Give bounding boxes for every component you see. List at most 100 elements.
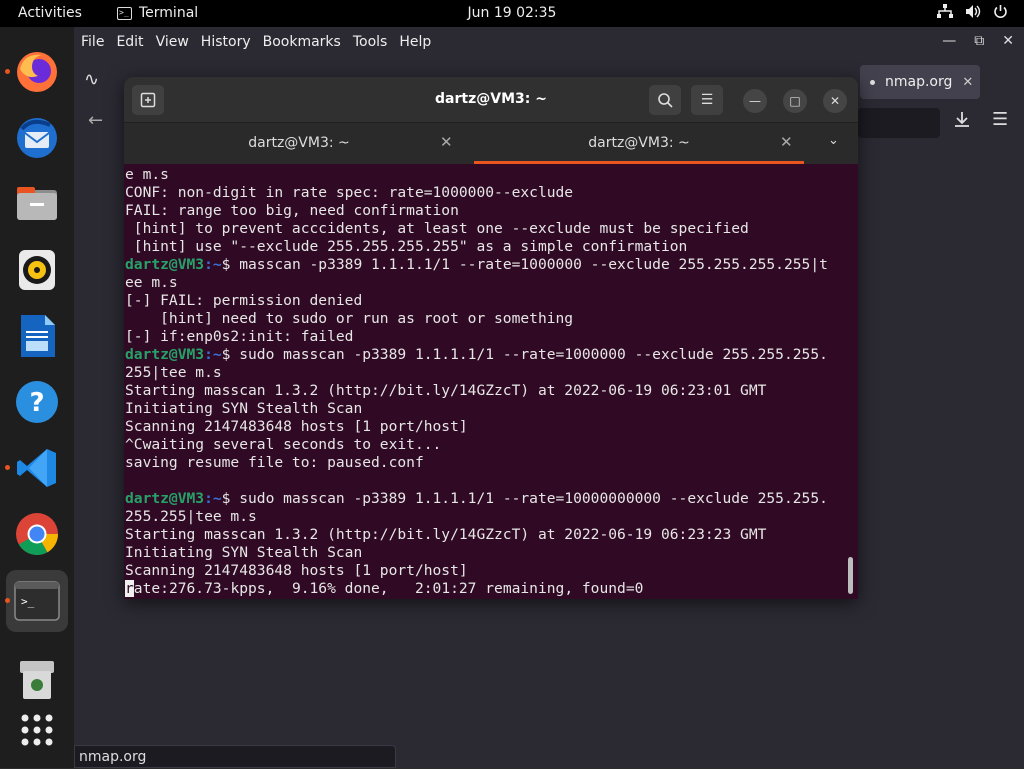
dock-files[interactable] xyxy=(11,178,63,230)
terminal-line: Scanning 2147483648 hosts [1 port/host] xyxy=(125,418,858,436)
help-icon: ? xyxy=(16,381,58,423)
system-tray[interactable] xyxy=(937,4,1008,23)
line-text: Initiating SYN Stealth Scan xyxy=(125,400,363,417)
terminal-line: Initiating SYN Stealth Scan xyxy=(125,544,858,562)
prompt-user: dartz@VM3 xyxy=(125,256,205,273)
line-text: 255|tee m.s xyxy=(125,364,222,381)
dock-writer[interactable] xyxy=(11,310,63,362)
line-text: Initiating SYN Stealth Scan xyxy=(125,544,363,561)
terminal-line: Starting masscan 1.3.2 (http://bit.ly/14… xyxy=(125,526,858,544)
terminal-tab-strip: dartz@VM3: ~ ✕ dartz@VM3: ~ ✕ ⌄ xyxy=(124,123,858,164)
line-text: ate:276.73-kpps, 9.16% done, 2:01:27 rem… xyxy=(133,580,644,597)
url-bar[interactable] xyxy=(858,108,940,138)
running-indicator xyxy=(5,69,10,74)
terminal-line: dartz@VM3:~$ sudo masscan -p3389 1.1.1.1… xyxy=(125,346,858,364)
grid-icon xyxy=(21,714,53,746)
line-text: $ sudo masscan -p3389 1.1.1.1/1 --rate=1… xyxy=(221,346,828,363)
menu-view[interactable]: View xyxy=(156,34,189,50)
menu-button[interactable]: ☰ xyxy=(691,85,723,115)
line-text: [hint] need to sudo or run as root or so… xyxy=(125,310,574,327)
prompt-path: :~ xyxy=(204,490,222,507)
terminal-line: [-] if:enp0s2:init: failed xyxy=(125,328,858,346)
close-icon: ✕ xyxy=(829,94,841,108)
download-icon[interactable] xyxy=(954,111,970,132)
dock-thunderbird[interactable] xyxy=(11,112,63,164)
dock-vscode[interactable] xyxy=(5,442,63,494)
line-text: Scanning 2147483648 hosts [1 port/host] xyxy=(125,562,468,579)
terminal-line: ee m.s xyxy=(125,274,858,292)
maximize-icon: □ xyxy=(789,94,801,108)
prompt-path: :~ xyxy=(204,346,222,363)
line-text: e m.s xyxy=(125,166,169,183)
terminal-app-icon: >_ xyxy=(117,6,132,20)
close-button[interactable]: ✕ xyxy=(823,89,847,113)
prompt-user: dartz@VM3 xyxy=(125,490,205,507)
terminal-line: 255.255|tee m.s xyxy=(125,508,858,526)
activities-button[interactable]: Activities xyxy=(18,5,82,21)
thunderbird-icon xyxy=(17,118,57,158)
back-arrow-icon[interactable]: ← xyxy=(88,110,103,131)
menu-bookmarks[interactable]: Bookmarks xyxy=(263,34,341,50)
terminal-tab-2[interactable]: dartz@VM3: ~ ✕ xyxy=(474,123,804,164)
menu-file[interactable]: File xyxy=(81,34,104,50)
minimize-icon[interactable]: — xyxy=(942,33,956,49)
chevron-down-icon[interactable]: ⌄ xyxy=(828,133,839,148)
kali-dragon-icon[interactable]: ∿ xyxy=(84,69,99,90)
running-indicator xyxy=(5,465,10,470)
tab-label: dartz@VM3: ~ xyxy=(588,135,690,151)
dock-chrome[interactable] xyxy=(11,508,63,560)
dock: ? >_ xyxy=(0,27,74,768)
terminal-line: rate:276.73-kpps, 9.16% done, 2:01:27 re… xyxy=(125,580,858,598)
tab-close-icon[interactable]: ✕ xyxy=(962,75,973,90)
dock-help[interactable]: ? xyxy=(11,376,63,428)
terminal-tab-1[interactable]: dartz@VM3: ~ ✕ xyxy=(124,123,474,164)
scrollbar-thumb[interactable] xyxy=(848,557,853,594)
line-text: [hint] to prevent acccidents, at least o… xyxy=(125,220,749,237)
tab-close-icon[interactable]: ✕ xyxy=(780,133,793,151)
terminal-line: dartz@VM3:~$ sudo masscan -p3389 1.1.1.1… xyxy=(125,490,858,508)
terminal-output[interactable]: e m.s CONF: non-digit in rate spec: rate=… xyxy=(124,164,858,599)
chrome-icon xyxy=(16,513,59,556)
firefox-icon xyxy=(17,52,57,92)
line-text: Starting masscan 1.3.2 (http://bit.ly/14… xyxy=(125,382,767,399)
menu-edit[interactable]: Edit xyxy=(116,34,143,50)
dock-firefox[interactable] xyxy=(5,46,63,98)
terminal-line: FAIL: range too big, need confirmation xyxy=(125,202,858,220)
hamburger-menu-icon[interactable]: ☰ xyxy=(992,109,1008,130)
writer-icon xyxy=(21,315,55,357)
restore-icon[interactable]: ⧉ xyxy=(974,33,984,49)
line-text: $ sudo masscan -p3389 1.1.1.1/1 --rate=1… xyxy=(221,490,828,507)
minimize-button[interactable]: — xyxy=(743,89,767,113)
terminal-window: dartz@VM3: ~ ☰ — □ ✕ dartz@VM3: ~ ✕ dart… xyxy=(124,77,858,599)
terminal-line: CONF: non-digit in rate spec: rate=10000… xyxy=(125,184,858,202)
menu-tools[interactable]: Tools xyxy=(353,34,388,50)
terminal-line: [hint] use "--exclude 255.255.255.255" a… xyxy=(125,238,858,256)
line-text: [hint] use "--exclude 255.255.255.255" a… xyxy=(125,238,688,255)
dock-terminal[interactable]: >_ xyxy=(5,570,68,632)
menu-history[interactable]: History xyxy=(201,34,251,50)
tab-close-icon[interactable]: ✕ xyxy=(440,133,453,151)
rhythmbox-icon xyxy=(19,250,55,290)
close-icon[interactable]: ✕ xyxy=(1002,33,1014,49)
terminal-line: e m.s xyxy=(125,166,858,184)
dock-rhythmbox[interactable] xyxy=(11,244,63,296)
tab-nmap[interactable]: nmap.org ✕ xyxy=(860,65,980,99)
terminal-line: Starting masscan 1.3.2 (http://bit.ly/14… xyxy=(125,382,858,400)
search-button[interactable] xyxy=(649,85,681,115)
hamburger-icon: ☰ xyxy=(700,92,714,108)
terminal-line: ^Cwaiting several seconds to exit... xyxy=(125,436,858,454)
tab-label: nmap.org xyxy=(885,74,953,90)
clock[interactable]: Jun 19 02:35 xyxy=(468,5,557,21)
network-icon xyxy=(937,4,953,23)
terminal-line: dartz@VM3:~$ masscan -p3389 1.1.1.1/1 --… xyxy=(125,256,858,274)
tab-label: dartz@VM3: ~ xyxy=(248,135,350,151)
line-text: 255.255|tee m.s xyxy=(125,508,257,525)
terminal-line: [-] FAIL: permission denied xyxy=(125,292,858,310)
terminal-icon: >_ xyxy=(14,581,60,621)
app-menu[interactable]: >_ Terminal xyxy=(117,5,198,21)
show-apps-button[interactable] xyxy=(11,704,63,756)
maximize-button[interactable]: □ xyxy=(783,89,807,113)
menu-help[interactable]: Help xyxy=(399,34,431,50)
dock-trash[interactable] xyxy=(11,654,63,706)
